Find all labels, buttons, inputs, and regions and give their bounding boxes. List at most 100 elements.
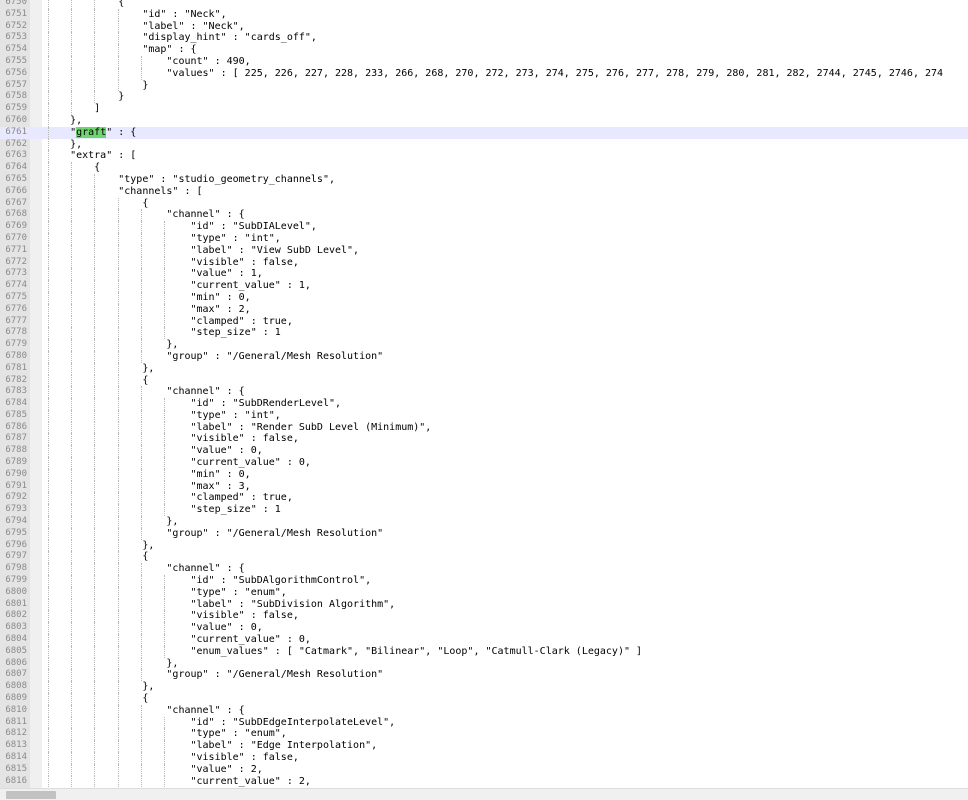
code-line[interactable]: 6765 "type" : "studio_geometry_channels"… bbox=[0, 173, 968, 186]
line-number: 6794 bbox=[5, 516, 27, 527]
line-number: 6798 bbox=[5, 563, 27, 574]
code-line[interactable]: 6752 "label" : "Neck", bbox=[0, 20, 968, 33]
line-number: 6793 bbox=[5, 504, 27, 515]
code-text: { bbox=[46, 374, 149, 386]
code-line[interactable]: 6776 "max" : 2, bbox=[0, 303, 968, 316]
code-text: "clamped" : true, bbox=[46, 492, 293, 504]
code-line[interactable]: 6759 ] bbox=[0, 103, 968, 115]
code-line[interactable]: 6815 "value" : 2, bbox=[0, 763, 968, 776]
code-line[interactable]: 6798 "channel" : { bbox=[0, 563, 968, 576]
code-text: }, bbox=[46, 114, 83, 126]
code-line[interactable]: 6768 "channel" : { bbox=[0, 209, 968, 222]
code-line[interactable]: 6784 "id" : "SubDRenderLevel", bbox=[0, 398, 968, 410]
code-editor[interactable]: 6750 {6751 "id" : "Neck", 6752 "label" : … bbox=[0, 0, 968, 788]
line-number: 6806 bbox=[5, 657, 27, 668]
code-line[interactable]: 6801 "label" : "SubDivision Algorithm", bbox=[0, 598, 968, 611]
code-lines[interactable]: 6750 {6751 "id" : "Neck", 6752 "label" : … bbox=[0, 0, 968, 788]
code-text: }, bbox=[46, 362, 155, 374]
code-line[interactable]: 6775 "min" : 0, bbox=[0, 291, 968, 304]
code-line[interactable]: 6811 "id" : "SubDEdgeInterpolateLevel", bbox=[0, 716, 968, 729]
code-line[interactable]: 6756 "values" : [ 225, 226, 227, 228, 23… bbox=[0, 67, 968, 80]
code-line[interactable]: 6766 "channels" : [ bbox=[0, 185, 968, 198]
line-number: 6752 bbox=[5, 20, 27, 31]
line-number: 6795 bbox=[5, 527, 27, 538]
code-line[interactable]: 6807 "group" : "/General/Mesh Resolution… bbox=[0, 669, 968, 682]
code-line[interactable]: 6800 "type" : "enum", bbox=[0, 586, 968, 599]
code-line[interactable]: 6802 "visible" : false, bbox=[0, 610, 968, 623]
line-number: 6779 bbox=[5, 339, 27, 350]
code-line[interactable]: 6762 }, bbox=[0, 138, 968, 151]
code-line[interactable]: 6809 { bbox=[0, 693, 968, 705]
line-number: 6763 bbox=[5, 150, 27, 161]
code-line[interactable]: 6751 "id" : "Neck", bbox=[0, 8, 968, 21]
code-line[interactable]: 6803 "value" : 0, bbox=[0, 622, 968, 635]
line-number: 6767 bbox=[5, 197, 27, 208]
code-line[interactable]: 6786 "label" : "Render SubD Level (Minim… bbox=[0, 421, 968, 434]
code-line[interactable]: 6810 "channel" : { bbox=[0, 704, 968, 717]
line-number: 6762 bbox=[5, 138, 27, 149]
line-number: 6777 bbox=[5, 315, 27, 326]
code-line[interactable]: 6782 { bbox=[0, 374, 968, 387]
code-line[interactable]: 6760 }, bbox=[0, 114, 968, 127]
code-line[interactable]: 6750 { bbox=[0, 0, 968, 9]
line-number: 6789 bbox=[5, 457, 27, 468]
line-number: 6755 bbox=[5, 55, 27, 66]
code-line[interactable]: 6773 "value" : 1, bbox=[0, 268, 968, 281]
code-line[interactable]: 6785 "type" : "int", bbox=[0, 409, 968, 422]
code-line[interactable]: 6771 "label" : "View SubD Level", bbox=[0, 244, 968, 257]
code-line[interactable]: 6806 }, bbox=[0, 657, 968, 670]
code-line[interactable]: 6774 "current_value" : 1, bbox=[0, 280, 968, 292]
code-line[interactable]: 6764 { bbox=[0, 162, 968, 174]
code-line[interactable]: 6813 "label" : "Edge Interpolation", bbox=[0, 740, 968, 752]
code-line[interactable]: 6761 "graft" : { bbox=[0, 126, 968, 139]
code-line[interactable]: 6793 "step_size" : 1 bbox=[0, 504, 968, 517]
code-line[interactable]: 6783 "channel" : { bbox=[0, 386, 968, 399]
code-line[interactable]: 6763 "extra" : [ bbox=[0, 150, 968, 163]
code-line[interactable]: 6781 }, bbox=[0, 362, 968, 375]
code-line[interactable]: 6769 "id" : "SubDIALevel", bbox=[0, 221, 968, 233]
line-number: 6815 bbox=[5, 763, 27, 774]
code-line[interactable]: 6799 "id" : "SubDAlgorithmControl", bbox=[0, 575, 968, 587]
code-line[interactable]: 6792 "clamped" : true, bbox=[0, 492, 968, 505]
code-line[interactable]: 6787 "visible" : false, bbox=[0, 433, 968, 446]
code-line[interactable]: 6777 "clamped" : true, bbox=[0, 315, 968, 328]
code-line[interactable]: 6790 "min" : 0, bbox=[0, 468, 968, 481]
code-line[interactable]: 6816 "current_value" : 2, bbox=[0, 775, 968, 788]
code-line[interactable]: 6757 } bbox=[0, 79, 968, 92]
code-line[interactable]: 6767 { bbox=[0, 197, 968, 210]
line-number: 6784 bbox=[5, 398, 27, 409]
scrollbar-thumb[interactable] bbox=[6, 791, 56, 799]
code-line[interactable]: 6795 "group" : "/General/Mesh Resolution… bbox=[0, 527, 968, 540]
line-number: 6772 bbox=[5, 256, 27, 267]
line-number: 6803 bbox=[5, 622, 27, 633]
horizontal-scrollbar[interactable] bbox=[0, 788, 968, 800]
code-line[interactable]: 6770 "type" : "int", bbox=[0, 232, 968, 245]
code-line[interactable]: 6794 }, bbox=[0, 516, 968, 528]
line-number: 6751 bbox=[5, 8, 27, 19]
code-line[interactable]: 6804 "current_value" : 0, bbox=[0, 634, 968, 646]
code-line[interactable]: 6778 "step_size" : 1 bbox=[0, 327, 968, 340]
code-line[interactable]: 6788 "value" : 0, bbox=[0, 445, 968, 458]
code-line[interactable]: 6814 "visible" : false, bbox=[0, 752, 968, 764]
line-number: 6757 bbox=[5, 79, 27, 90]
line-number: 6778 bbox=[5, 327, 27, 338]
line-number: 6756 bbox=[5, 67, 27, 78]
line-number: 6810 bbox=[5, 704, 27, 715]
code-line[interactable]: 6772 "visible" : false, bbox=[0, 256, 968, 269]
code-text: "group" : "/General/Mesh Resolution" bbox=[46, 669, 384, 681]
code-line[interactable]: 6797 { bbox=[0, 551, 968, 564]
code-line[interactable]: 6754 "map" : { bbox=[0, 44, 968, 56]
code-line[interactable]: 6812 "type" : "enum", bbox=[0, 728, 968, 741]
code-line[interactable]: 6758 } bbox=[0, 91, 968, 104]
code-line[interactable]: 6753 "display_hint" : "cards_off", bbox=[0, 32, 968, 45]
code-line[interactable]: 6789 "current_value" : 0, bbox=[0, 457, 968, 469]
code-line[interactable]: 6796 }, bbox=[0, 539, 968, 552]
code-line[interactable]: 6755 "count" : 490, bbox=[0, 55, 968, 68]
code-line[interactable]: 6779 }, bbox=[0, 339, 968, 351]
code-line[interactable]: 6791 "max" : 3, bbox=[0, 480, 968, 493]
code-text: }, bbox=[46, 516, 179, 528]
code-line[interactable]: 6805 "enum_values" : [ "Catmark", "Bilin… bbox=[0, 645, 968, 658]
line-number: 6750 bbox=[5, 0, 27, 7]
code-line[interactable]: 6808 }, bbox=[0, 681, 968, 694]
code-line[interactable]: 6780 "group" : "/General/Mesh Resolution… bbox=[0, 350, 968, 363]
